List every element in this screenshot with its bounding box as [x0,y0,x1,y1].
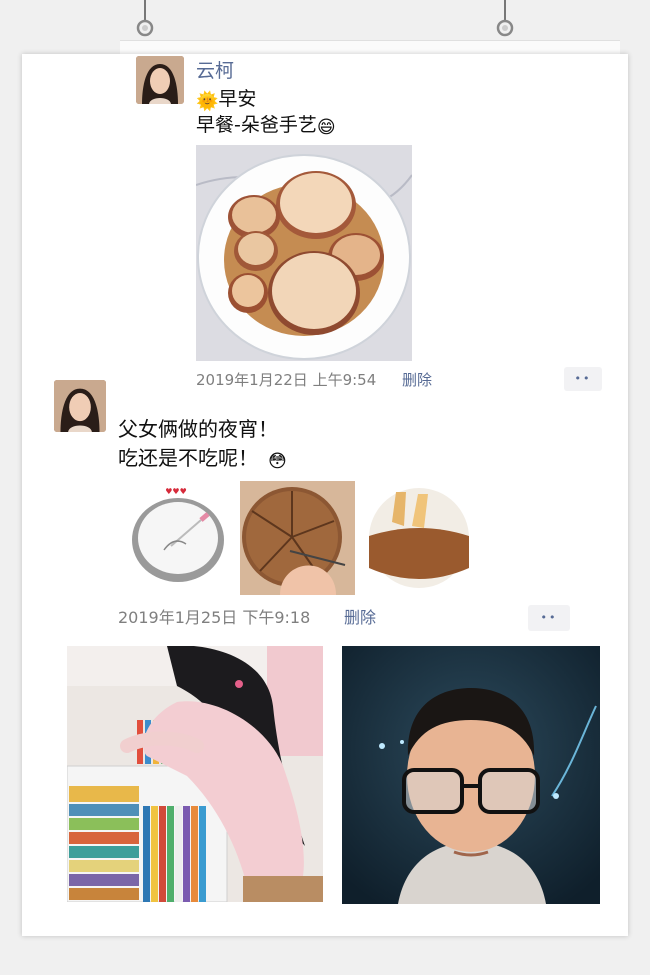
post-text: 早安 [218,88,257,110]
post-text-line: 吃还是不吃呢！ 😳 [118,445,287,475]
post-photo-sliced-cake[interactable] [366,486,472,590]
moments-feed: 云柯 🌞早安 早餐-朵爸手艺😄 2019年1月22日 上午9:54 删除 •• [22,54,628,936]
avatar[interactable] [136,56,184,104]
hanging-hook-icon [134,0,156,40]
delete-link[interactable]: 删除 [402,369,432,390]
more-dots-icon[interactable]: •• [528,605,570,631]
post-photo-cake-cutting[interactable] [240,481,355,595]
photo-girl-bookshelf[interactable] [67,646,323,902]
post-photo-eggplant-breakfast[interactable] [196,145,412,361]
sun-emoji-icon: 🌞 [196,91,219,112]
more-dots-icon[interactable]: •• [564,367,602,391]
post-text: 早餐-朵爸手艺 [196,114,317,136]
avatar[interactable] [54,380,106,432]
grin-emoji-icon: 😄 [316,117,336,138]
user-name[interactable]: 云柯 [196,56,234,83]
post-text-line: 🌞早安 [196,86,256,115]
hanging-hook-icon [494,0,516,40]
post-timestamp: 2019年1月25日 下午9:18 [118,608,311,627]
post-text: 吃还是不吃呢！ [118,446,258,470]
post-text: 父女俩做的夜宵！ [118,417,278,441]
post-photo-whisk-bowl[interactable]: ♥♥♥ [126,484,226,586]
post-text-line: 早餐-朵爸手艺😄 [196,112,336,141]
post-timestamp: 2019年1月22日 上午9:54 [196,371,377,389]
photo-boy-glasses[interactable] [342,646,600,904]
svg-text:♥♥♥: ♥♥♥ [165,487,187,496]
delete-link[interactable]: 删除 [344,604,376,628]
flushed-emoji-icon: 😳 [268,451,287,472]
